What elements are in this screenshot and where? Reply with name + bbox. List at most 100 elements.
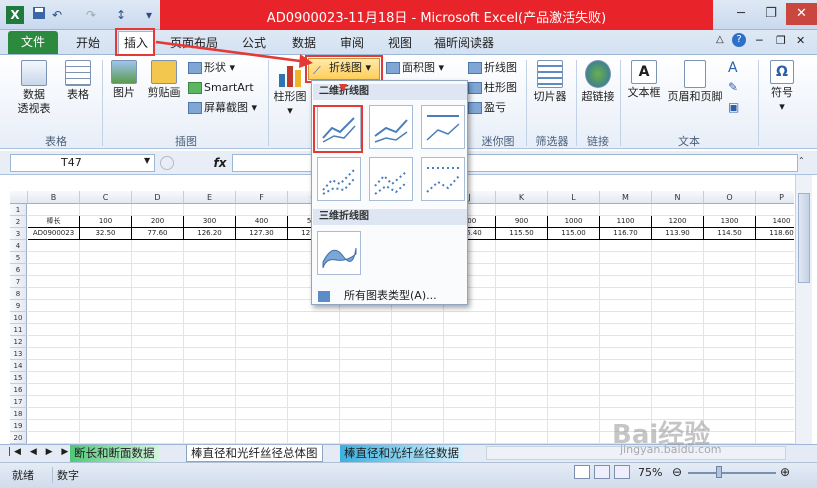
stacked-line-chart-option[interactable] [369,105,413,149]
sparkline-line-button[interactable]: 折线图 [468,59,517,77]
row-header[interactable]: 5 [10,252,27,264]
cell[interactable] [496,432,548,444]
cell[interactable] [756,396,794,408]
cell[interactable] [652,276,704,288]
cell[interactable] [496,396,548,408]
cell[interactable] [600,312,652,324]
cell[interactable]: 1000 [548,216,600,228]
cell[interactable] [132,384,184,396]
cell[interactable] [600,324,652,336]
cell[interactable] [496,204,548,216]
cell[interactable] [236,264,288,276]
cell[interactable]: AD0900023 [28,228,80,240]
cell[interactable]: 115.00 [548,228,600,240]
minimize-button[interactable]: ─ [726,3,756,25]
cell[interactable]: 115.50 [496,228,548,240]
row-header[interactable]: 20 [10,432,27,444]
cell[interactable]: 1300 [704,216,756,228]
cell[interactable] [340,384,392,396]
name-box[interactable]: T47 [10,154,155,172]
cell[interactable] [340,408,392,420]
cell[interactable] [132,264,184,276]
picture-button[interactable]: 图片 [106,60,142,100]
cell[interactable] [184,408,236,420]
cell[interactable] [756,432,794,444]
fx-icon[interactable]: fx [210,153,230,173]
signature-icon[interactable]: ✎ [728,80,738,94]
cell[interactable] [496,324,548,336]
cell[interactable] [704,408,756,420]
cell[interactable] [496,420,548,432]
row-header[interactable]: 3 [10,228,27,240]
cell[interactable] [80,204,132,216]
column-header[interactable]: E [184,191,236,204]
tab-view[interactable]: 视图 [382,32,418,54]
column-header[interactable]: B [28,191,80,204]
row-header[interactable]: 13 [10,348,27,360]
cell[interactable] [496,240,548,252]
cell[interactable] [28,264,80,276]
cell[interactable] [340,432,392,444]
textbox-button[interactable]: A 文本框 [624,60,664,100]
cell[interactable] [184,324,236,336]
cell[interactable] [652,384,704,396]
cell[interactable] [652,204,704,216]
cell[interactable] [756,300,794,312]
cell[interactable] [236,252,288,264]
cell[interactable] [444,408,496,420]
row-header[interactable]: 14 [10,360,27,372]
mini-close-icon[interactable]: ✕ [796,34,805,47]
cell[interactable] [184,312,236,324]
cell[interactable] [132,432,184,444]
cell[interactable] [184,360,236,372]
cell[interactable] [288,384,340,396]
cell[interactable] [236,240,288,252]
cell[interactable] [28,300,80,312]
cell[interactable] [80,372,132,384]
cell[interactable] [80,384,132,396]
cell[interactable] [80,396,132,408]
tab-foxit[interactable]: 福昕阅读器 [432,32,496,54]
cell[interactable] [444,348,496,360]
cell[interactable] [288,336,340,348]
cell[interactable] [392,396,444,408]
normal-view-icon[interactable] [574,465,590,479]
wordart-icon[interactable]: A [728,60,738,76]
cell[interactable] [548,264,600,276]
cell[interactable] [704,336,756,348]
column-header[interactable]: D [132,191,184,204]
row-header[interactable]: 16 [10,384,27,396]
cell[interactable] [548,384,600,396]
area-chart-button[interactable]: 面积图 ▾ [386,59,444,77]
cell[interactable] [236,384,288,396]
cell[interactable] [600,300,652,312]
cell[interactable] [704,312,756,324]
cell[interactable] [392,420,444,432]
cell[interactable]: 900 [496,216,548,228]
cell[interactable] [288,324,340,336]
select-all-corner[interactable] [10,191,28,204]
excel-app-icon[interactable]: X [6,6,24,24]
cell[interactable] [392,360,444,372]
cell[interactable] [600,240,652,252]
cell[interactable] [28,372,80,384]
cell[interactable] [652,240,704,252]
cell[interactable] [756,324,794,336]
zoom-slider[interactable] [688,472,776,474]
cell[interactable] [28,408,80,420]
cell[interactable] [652,264,704,276]
cell[interactable] [652,336,704,348]
sheet-tab-section-data[interactable]: 断长和断面数据 [70,445,159,462]
cell[interactable] [184,204,236,216]
row-header[interactable]: 12 [10,336,27,348]
cell[interactable]: 200 [132,216,184,228]
sparkline-winloss-button[interactable]: 盈亏 [468,99,506,117]
cell[interactable] [288,408,340,420]
scroll-thumb[interactable] [798,193,810,283]
cell[interactable] [444,312,496,324]
cell[interactable] [600,336,652,348]
cell[interactable] [444,336,496,348]
cell[interactable] [756,384,794,396]
column-header[interactable]: L [548,191,600,204]
zoom-in-icon[interactable]: ⊕ [780,465,790,479]
